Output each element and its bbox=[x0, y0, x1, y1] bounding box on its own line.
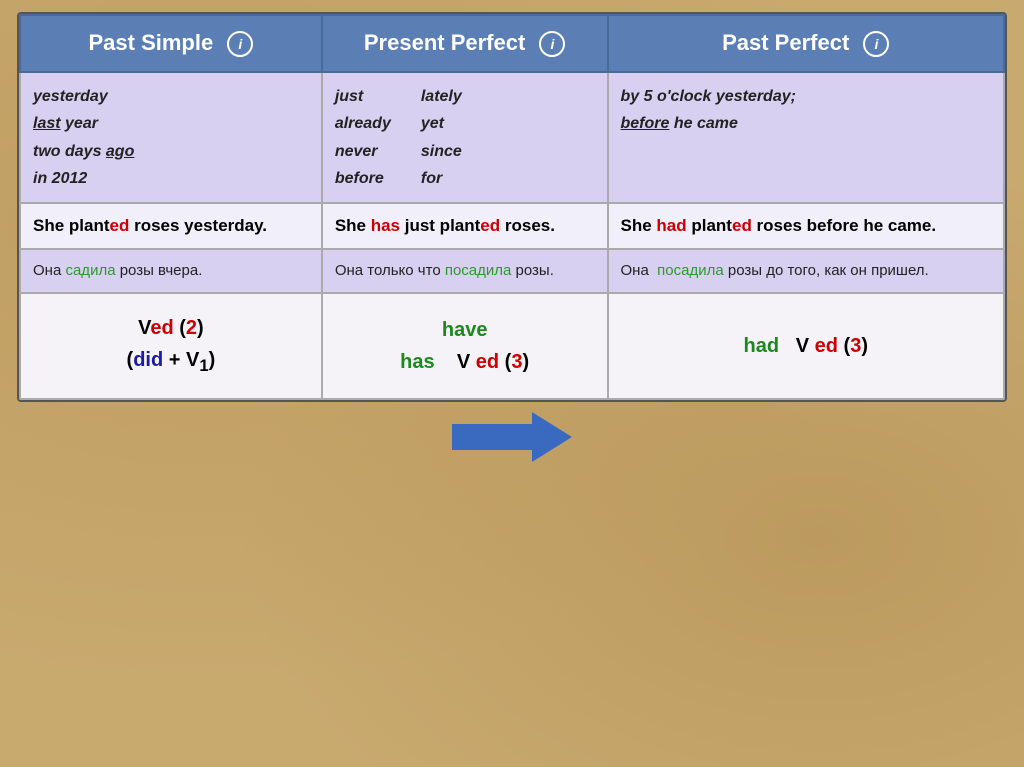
formula-past-simple: Ved (2) (did + V1) bbox=[20, 293, 322, 399]
keywords-row: yesterday last year two days ago in 2012… bbox=[20, 72, 1004, 203]
keywords-past-perfect: by 5 o'clock yesterday; before he came bbox=[608, 72, 1005, 203]
formula-present-perfect: have has V ed (3) bbox=[322, 293, 608, 399]
sentence-ru-row: Она садила розы вчера. Она только что по… bbox=[20, 249, 1004, 294]
sentence-en-past-perfect: She had planted roses before he came. bbox=[608, 203, 1005, 249]
formula-past-perfect: had V ed (3) bbox=[608, 293, 1005, 399]
info-icon-past-perfect[interactable]: i bbox=[863, 31, 889, 57]
header-present-perfect: Present Perfect i bbox=[322, 15, 608, 72]
header-past-simple: Past Simple i bbox=[20, 15, 322, 72]
keywords-past-simple: yesterday last year two days ago in 2012 bbox=[20, 72, 322, 203]
info-icon-past-simple[interactable]: i bbox=[227, 31, 253, 57]
header-past-perfect: Past Perfect i bbox=[608, 15, 1005, 72]
grammar-table: Past Simple i Present Perfect i Past Per… bbox=[19, 14, 1005, 400]
sentence-ru-past-simple: Она садила розы вчера. bbox=[20, 249, 322, 294]
sentence-ru-present-perfect: Она только что посадила розы. bbox=[322, 249, 608, 294]
keywords-present-perfect: just already never before lately yet sin… bbox=[322, 72, 608, 203]
arrow-container bbox=[452, 412, 572, 462]
sentence-ru-past-perfect: Она посадила розы до того, как он пришел… bbox=[608, 249, 1005, 294]
sentence-en-row: She planted roses yesterday. She has jus… bbox=[20, 203, 1004, 249]
formula-row: Ved (2) (did + V1) have has V ed (3) had… bbox=[20, 293, 1004, 399]
right-arrow-icon bbox=[452, 412, 572, 462]
sentence-en-past-simple: She planted roses yesterday. bbox=[20, 203, 322, 249]
main-table-wrapper: Past Simple i Present Perfect i Past Per… bbox=[17, 12, 1007, 402]
sentence-en-present-perfect: She has just planted roses. bbox=[322, 203, 608, 249]
info-icon-present-perfect[interactable]: i bbox=[539, 31, 565, 57]
